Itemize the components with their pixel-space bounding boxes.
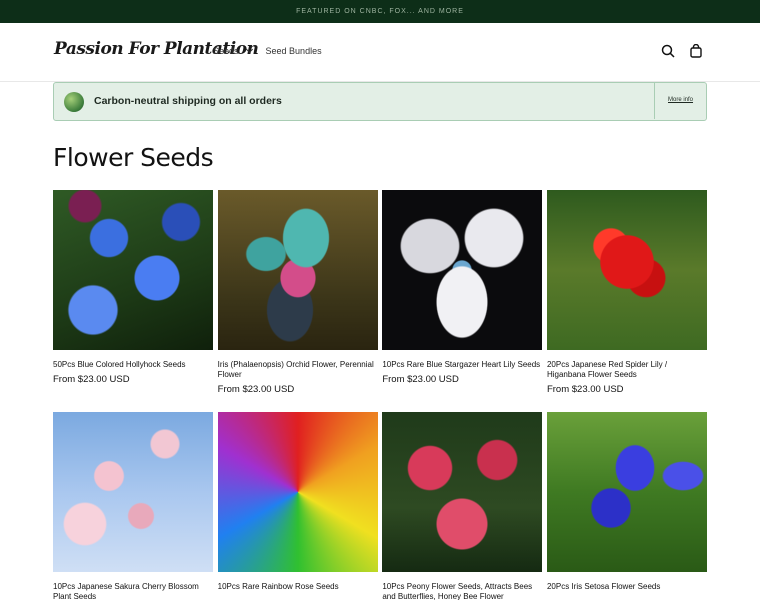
product-card[interactable]: 10Pcs Peony Flower Seeds, Attracts Bees …	[382, 412, 543, 600]
announcement-bar: FEATURED ON CNBC, FOX... AND MORE	[0, 0, 760, 23]
carbon-neutral-banner: Carbon-neutral shipping on all orders Mo…	[53, 82, 707, 121]
more-info-link[interactable]: More info	[668, 97, 693, 103]
product-image[interactable]	[546, 190, 707, 350]
product-title[interactable]: 10Pcs Peony Flower Seeds, Attracts Bees …	[382, 582, 542, 600]
product-title[interactable]: 10Pcs Japanese Sakura Cherry Blossom Pla…	[53, 582, 213, 600]
product-card[interactable]: 20Pcs Iris Setosa Flower Seeds	[546, 412, 707, 600]
header-icons	[660, 43, 704, 59]
product-image[interactable]	[217, 412, 378, 572]
cart-icon[interactable]	[688, 43, 704, 59]
nav-item-label: Seeds	[213, 46, 239, 56]
chevron-down-icon	[245, 45, 253, 54]
banner-divider	[654, 83, 655, 119]
product-card[interactable]: 10Pcs Japanese Sakura Cherry Blossom Pla…	[53, 412, 213, 600]
product-image[interactable]	[53, 412, 213, 572]
nav-item-label: Seed Bundles	[265, 46, 322, 56]
product-image[interactable]	[217, 190, 378, 350]
product-title[interactable]: 10Pcs Rare Blue Stargazer Heart Lily See…	[382, 360, 542, 370]
nav-item-seeds[interactable]: Seeds	[213, 45, 253, 56]
product-price: From $23.00 USD	[217, 384, 295, 395]
product-grid: 50Pcs Blue Colored Hollyhock Seeds From …	[53, 190, 707, 600]
product-card[interactable]: 50Pcs Blue Colored Hollyhock Seeds From …	[53, 190, 213, 390]
product-card[interactable]: 20Pcs Japanese Red Spider Lily / Higanba…	[546, 190, 707, 395]
product-price: From $23.00 USD	[546, 384, 624, 395]
product-image[interactable]	[53, 190, 213, 350]
product-price: From $23.00 USD	[382, 374, 459, 385]
product-image[interactable]	[546, 412, 707, 572]
product-title[interactable]: Iris (Phalaenopsis) Orchid Flower, Peren…	[218, 360, 378, 380]
product-image[interactable]	[382, 412, 543, 572]
product-title[interactable]: 10Pcs Rare Rainbow Rose Seeds	[218, 582, 378, 600]
planet-leaf-icon	[64, 92, 84, 112]
banner-text: Carbon-neutral shipping on all orders	[94, 95, 282, 107]
site-header: Passion For Plantation Seeds Seed Bundle…	[0, 23, 760, 82]
product-title[interactable]: 50Pcs Blue Colored Hollyhock Seeds	[53, 360, 213, 370]
nav-item-seed-bundles[interactable]: Seed Bundles	[266, 46, 322, 56]
collection-title: Flower Seeds	[53, 143, 214, 172]
product-title[interactable]: 20Pcs Iris Setosa Flower Seeds	[547, 582, 707, 600]
search-icon[interactable]	[660, 43, 676, 59]
main-nav: Seeds Seed Bundles	[213, 45, 322, 56]
product-card[interactable]: Iris (Phalaenopsis) Orchid Flower, Peren…	[217, 190, 378, 395]
product-price: From $23.00 USD	[53, 374, 130, 385]
announcement-text: FEATURED ON CNBC, FOX... AND MORE	[296, 8, 464, 15]
product-image[interactable]	[382, 190, 543, 350]
product-title[interactable]: 20Pcs Japanese Red Spider Lily / Higanba…	[547, 360, 707, 380]
product-card[interactable]: 10Pcs Rare Rainbow Rose Seeds	[217, 412, 378, 600]
product-card[interactable]: 10Pcs Rare Blue Stargazer Heart Lily See…	[382, 190, 543, 390]
